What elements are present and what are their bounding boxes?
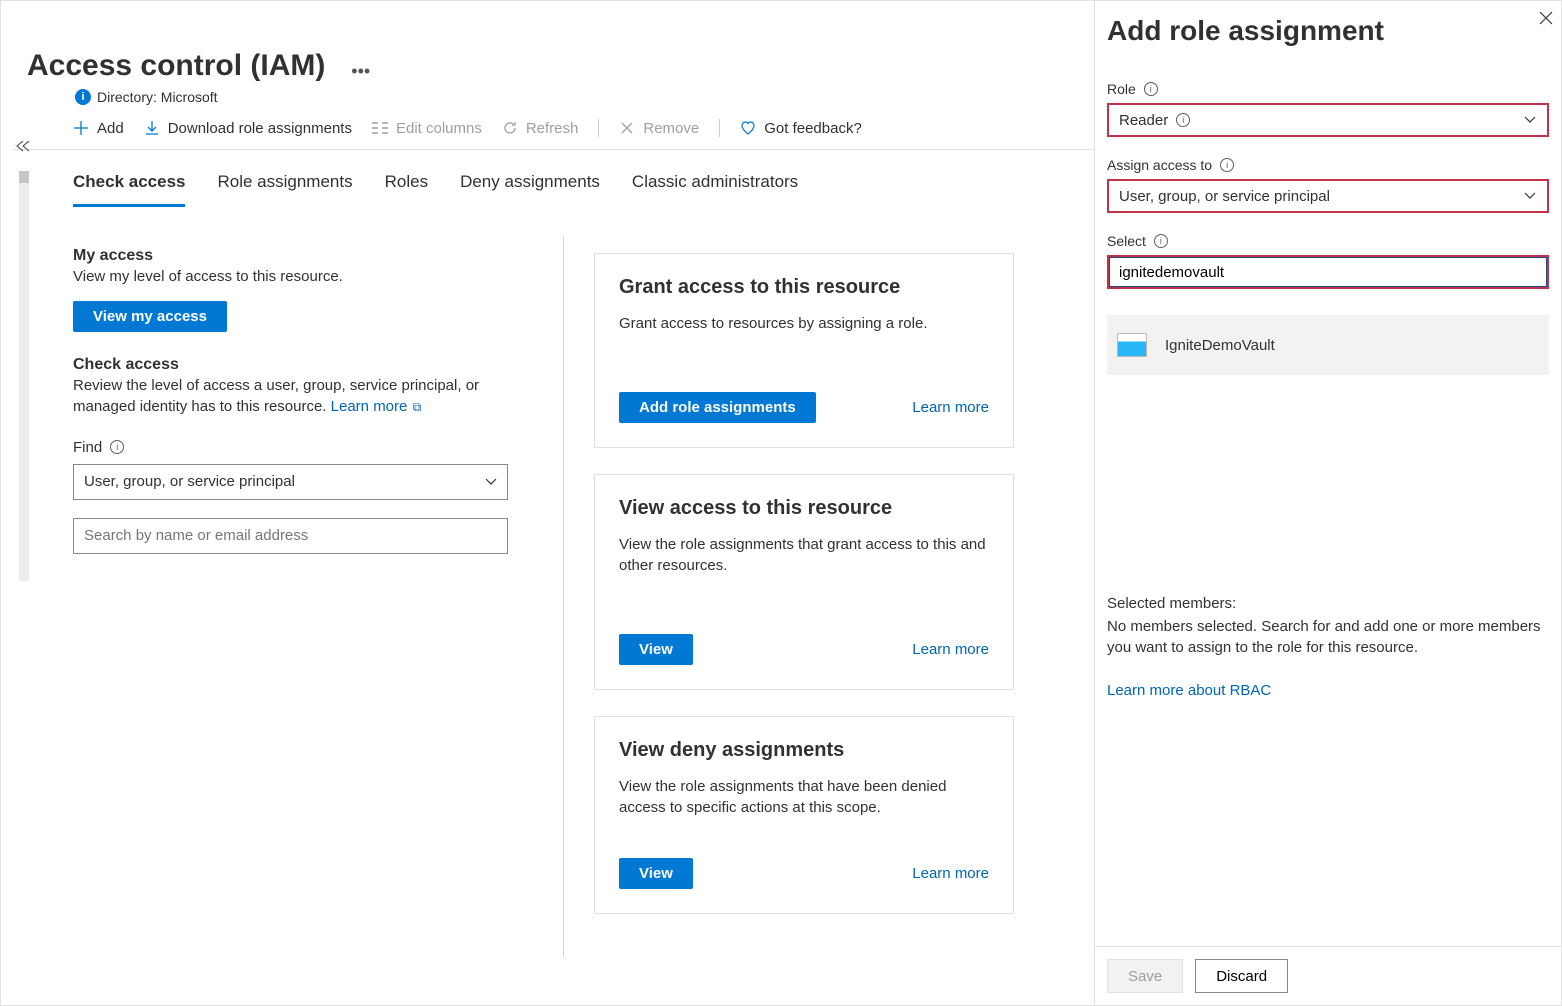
directory-label: Directory: Microsoft	[97, 89, 218, 105]
info-icon[interactable]: i	[110, 440, 124, 454]
more-menu-icon[interactable]: •••	[351, 61, 370, 82]
find-type-select[interactable]: User, group, or service principal	[73, 464, 508, 500]
add-label: Add	[97, 120, 124, 137]
view-deny-button[interactable]: View	[619, 858, 693, 889]
check-access-learn-more-link[interactable]: Learn more ⧉	[331, 398, 422, 415]
download-label: Download role assignments	[168, 120, 352, 137]
nav-scrollbar[interactable]	[19, 171, 29, 581]
deny-learn-more-link[interactable]: Learn more	[912, 865, 989, 882]
feedback-button[interactable]: Got feedback?	[740, 120, 862, 137]
toolbar-divider	[719, 119, 720, 137]
info-icon: i	[1176, 113, 1190, 127]
grant-access-card: Grant access to this resource Grant acce…	[594, 253, 1014, 448]
feedback-label: Got feedback?	[764, 120, 862, 137]
add-button[interactable]: Add	[73, 120, 124, 137]
refresh-icon	[502, 120, 518, 136]
find-type-value: User, group, or service principal	[84, 473, 295, 490]
close-icon[interactable]	[1537, 9, 1555, 27]
role-label: Role i	[1107, 81, 1549, 97]
view-access-card: View access to this resource View the ro…	[594, 474, 1014, 690]
learn-more-rbac-link[interactable]: Learn more about RBAC	[1107, 682, 1271, 699]
selected-members-desc: No members selected. Search for and add …	[1107, 616, 1549, 658]
collapse-chevrons-icon[interactable]	[15, 139, 29, 153]
tab-deny-assignments[interactable]: Deny assignments	[460, 172, 600, 207]
chevron-down-icon	[1523, 113, 1537, 127]
save-button: Save	[1107, 959, 1183, 993]
discard-button[interactable]: Discard	[1195, 959, 1288, 993]
download-icon	[144, 120, 160, 136]
edit-columns-label: Edit columns	[396, 120, 482, 137]
resource-thumbnail-icon	[1117, 333, 1147, 357]
tab-classic-administrators[interactable]: Classic administrators	[632, 172, 798, 207]
refresh-button: Refresh	[502, 120, 579, 137]
external-link-icon: ⧉	[409, 400, 421, 414]
my-access-heading: My access	[73, 247, 539, 265]
info-icon[interactable]: i	[1220, 158, 1234, 172]
tab-check-access[interactable]: Check access	[73, 172, 185, 207]
search-result-item[interactable]: IgniteDemoVault	[1107, 315, 1549, 375]
view-learn-more-link[interactable]: Learn more	[912, 641, 989, 658]
view-card-title: View access to this resource	[619, 497, 989, 520]
grant-card-desc: Grant access to resources by assigning a…	[619, 313, 989, 334]
heart-icon	[740, 120, 756, 136]
view-card-desc: View the role assignments that grant acc…	[619, 534, 989, 576]
select-label: Select i	[1107, 233, 1549, 249]
scroll-up-icon[interactable]	[19, 171, 29, 183]
tab-roles[interactable]: Roles	[385, 172, 428, 207]
my-access-sub: View my level of access to this resource…	[73, 267, 539, 287]
check-access-heading: Check access	[73, 356, 539, 374]
plus-icon	[73, 120, 89, 136]
page-title: Access control (IAM)	[27, 49, 325, 83]
find-label: Find i	[73, 439, 539, 456]
edit-columns-button: Edit columns	[372, 120, 482, 137]
info-icon[interactable]: i	[1154, 234, 1168, 248]
columns-icon	[372, 120, 388, 136]
check-access-sub: Review the level of access a user, group…	[73, 376, 539, 417]
view-access-button[interactable]: View	[619, 634, 693, 665]
add-role-assignments-button[interactable]: Add role assignments	[619, 392, 816, 423]
view-my-access-button[interactable]: View my access	[73, 301, 227, 332]
selected-members-heading: Selected members:	[1107, 595, 1549, 612]
search-input[interactable]	[73, 518, 508, 554]
search-result-label: IgniteDemoVault	[1165, 337, 1275, 354]
remove-button: Remove	[619, 120, 699, 137]
assign-access-value: User, group, or service principal	[1119, 188, 1330, 205]
deny-card-desc: View the role assignments that have been…	[619, 776, 989, 818]
info-icon: i	[75, 89, 91, 105]
grant-learn-more-link[interactable]: Learn more	[912, 399, 989, 416]
download-button[interactable]: Download role assignments	[144, 120, 352, 137]
toolbar-divider	[598, 119, 599, 137]
deny-card-title: View deny assignments	[619, 739, 989, 762]
add-role-assignment-panel: Add role assignment Role i Reader i Assi…	[1094, 1, 1561, 1005]
vertical-divider	[563, 237, 564, 957]
chevron-down-icon	[1523, 189, 1537, 203]
panel-title: Add role assignment	[1095, 1, 1561, 47]
grant-card-title: Grant access to this resource	[619, 276, 989, 299]
role-select[interactable]: Reader i	[1107, 103, 1549, 137]
assign-access-select[interactable]: User, group, or service principal	[1107, 179, 1549, 213]
tab-role-assignments[interactable]: Role assignments	[217, 172, 352, 207]
info-icon[interactable]: i	[1144, 82, 1158, 96]
refresh-label: Refresh	[526, 120, 579, 137]
select-input[interactable]	[1107, 255, 1549, 289]
remove-label: Remove	[643, 120, 699, 137]
remove-x-icon	[619, 120, 635, 136]
deny-assignments-card: View deny assignments View the role assi…	[594, 716, 1014, 914]
assign-access-label: Assign access to i	[1107, 157, 1549, 173]
role-value: Reader	[1119, 112, 1168, 129]
